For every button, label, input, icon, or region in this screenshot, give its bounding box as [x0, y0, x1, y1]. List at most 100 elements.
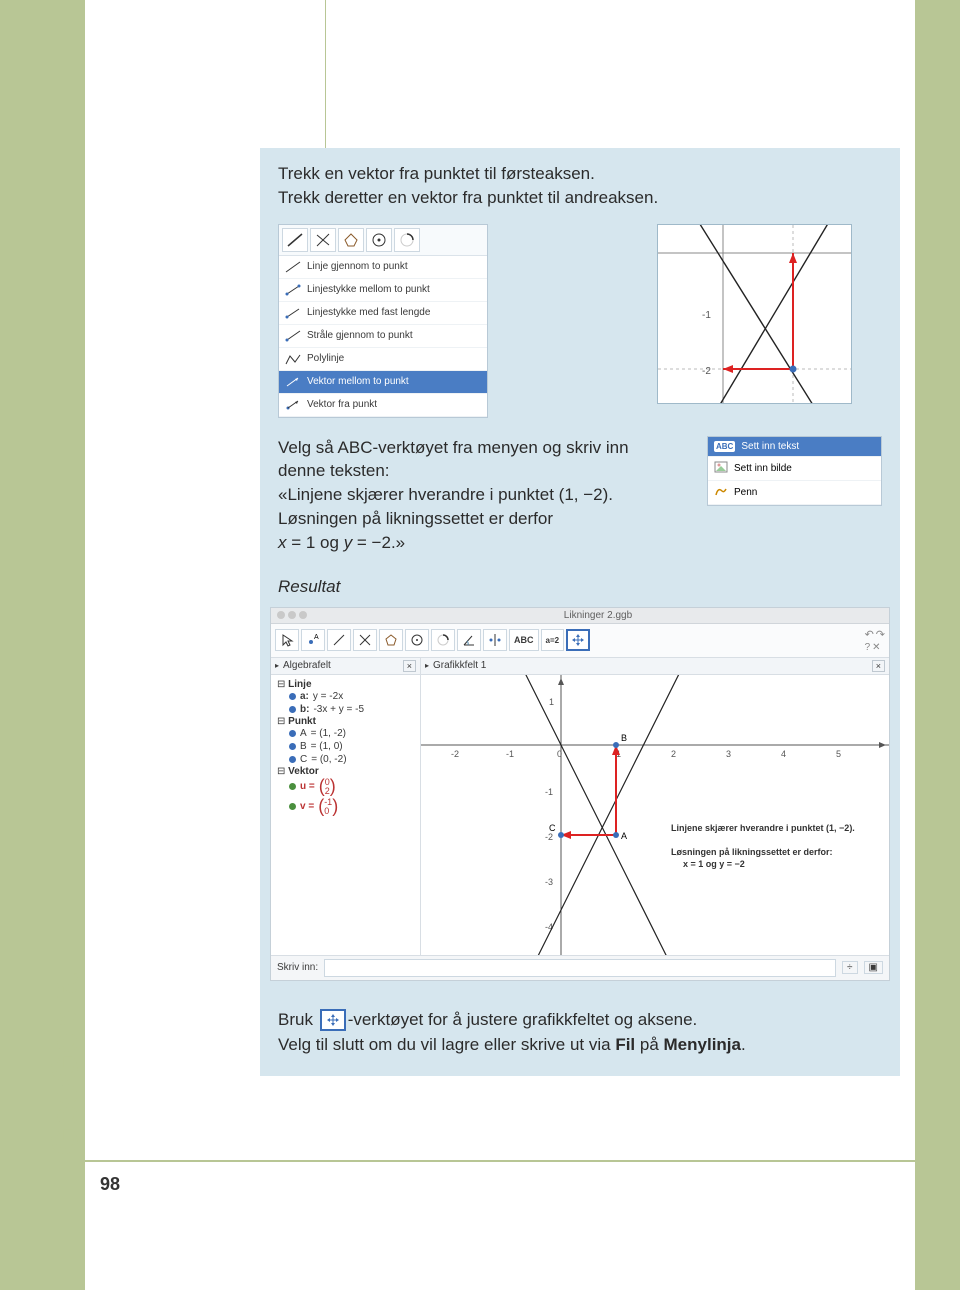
tool-line-icon[interactable]	[282, 228, 308, 252]
algebra-item[interactable]: u = (02)	[277, 777, 414, 797]
tool-angle-icon[interactable]	[457, 629, 481, 651]
dropdown-item[interactable]: Polylinje	[279, 348, 487, 371]
dropdown-item-selected[interactable]: Vektor mellom to punkt	[279, 371, 487, 394]
tool-polygon-icon[interactable]	[338, 228, 364, 252]
close-panel-icon[interactable]: ×	[403, 660, 416, 672]
algebra-item[interactable]: a: y = -2x	[277, 690, 414, 703]
mid-line: Løsningen på likningssettet er derfor	[278, 507, 687, 531]
tool-reflect-icon[interactable]	[483, 629, 507, 651]
toolbar-right-icons: ↶↷ ?✕	[865, 628, 885, 653]
grafikk-canvas[interactable]: -2-10 12345 1-1-2-3-4	[421, 675, 889, 955]
input-bar: Skriv inn: ÷ ▣	[271, 955, 889, 980]
mid-line: Velg så ABC-verktøyet fra menyen og skri…	[278, 436, 687, 460]
tool-pointer-icon[interactable]	[275, 629, 299, 651]
polyline-icon	[285, 352, 301, 366]
fixed-segment-icon	[285, 306, 301, 320]
app-body: ▸Algebrafelt× ⊟ Linje a: y = -2x b: -3x …	[271, 658, 889, 955]
tool-move-view-icon[interactable]	[566, 629, 590, 651]
tool-arc-icon[interactable]	[394, 228, 420, 252]
app-title-text: Likninger 2.ggb	[564, 610, 632, 621]
bottom-text-mid: på	[635, 1035, 663, 1054]
expand-icon: ▸	[425, 661, 429, 670]
input-history-button[interactable]: ÷	[842, 961, 858, 974]
tool-circle-icon[interactable]	[405, 629, 429, 651]
tool-perpendicular-icon[interactable]	[353, 629, 377, 651]
command-input[interactable]	[324, 959, 836, 977]
tool-point-icon[interactable]: A	[301, 629, 325, 651]
window-traffic-lights[interactable]	[277, 611, 307, 619]
dropdown-item-label: Vektor fra punkt	[307, 399, 377, 410]
algebra-item[interactable]: A = (1, -2)	[277, 727, 414, 740]
dropdown-item[interactable]: Linje gjennom to punkt	[279, 256, 487, 279]
grafikk-panel-header[interactable]: ▸ Grafikkfelt 1 ×	[421, 658, 889, 675]
graph-annotation-1: Linjene skjærer hverandre i punktet (1, …	[671, 823, 855, 833]
undo-icon[interactable]: ↶	[865, 628, 874, 641]
svg-text:1: 1	[549, 697, 554, 707]
dropdown-toolbar	[279, 225, 487, 256]
svg-text:0: 0	[557, 749, 562, 759]
pen-icon	[714, 485, 728, 500]
algebra-category: ⊟ Punkt	[277, 716, 414, 727]
input-bar-label: Skriv inn:	[277, 962, 318, 973]
tool-text-icon[interactable]: ABC	[509, 629, 539, 651]
svg-text:2: 2	[671, 749, 676, 759]
tool-line-icon[interactable]	[327, 629, 351, 651]
algebra-panel-header[interactable]: ▸Algebrafelt×	[271, 658, 420, 675]
algebra-category: ⊟ Vektor	[277, 766, 414, 777]
row-toolbar-and-graph: Linje gjennom to punkt Linjestykke mello…	[278, 224, 882, 418]
ray-icon	[285, 329, 301, 343]
svg-text:5: 5	[836, 749, 841, 759]
content-box: Trekk en vektor fra punktet til førsteak…	[260, 148, 900, 1076]
image-icon	[714, 461, 728, 476]
tool-slider-icon[interactable]: a=2	[541, 629, 565, 651]
bottom-text-pre: Bruk	[278, 1010, 318, 1029]
tool-circle-icon[interactable]	[366, 228, 392, 252]
side-tab-label: GeoGebra	[44, 973, 86, 1155]
algebra-item[interactable]: B = (1, 0)	[277, 740, 414, 753]
algebra-item[interactable]: v = (-10)	[277, 797, 414, 817]
instruction-line-2: Trekk deretter en vektor fra punktet til…	[278, 186, 882, 210]
tool-polygon-icon[interactable]	[379, 629, 403, 651]
svg-text:-2: -2	[545, 832, 553, 842]
svg-text:-2: -2	[702, 366, 711, 377]
dropdown-item-label: Vektor mellom to punkt	[307, 376, 409, 387]
bottom-fil: Fil	[615, 1035, 635, 1054]
line-tool-dropdown[interactable]: Linje gjennom to punkt Linjestykke mello…	[278, 224, 488, 418]
dropdown-item[interactable]: Linjestykke mellom to punkt	[279, 279, 487, 302]
abc-text-icon: ABC	[714, 441, 735, 452]
svg-text:4: 4	[781, 749, 786, 759]
main-graph-svg: -2-10 12345 1-1-2-3-4	[421, 675, 889, 955]
tool-perpendicular-icon[interactable]	[310, 228, 336, 252]
abc-menu-item-selected[interactable]: ABCSett inn tekst	[708, 437, 881, 457]
dropdown-item[interactable]: Vektor fra punkt	[279, 394, 487, 417]
tool-arc-icon[interactable]	[431, 629, 455, 651]
svg-text:A: A	[621, 831, 627, 841]
mid-instruction-text: Velg så ABC-verktøyet fra menyen og skri…	[278, 436, 687, 555]
abc-tool-menu[interactable]: ABCSett inn tekst Sett inn bilde Penn	[707, 436, 882, 506]
panel-title: Grafikkfelt 1	[433, 660, 486, 671]
dropdown-item[interactable]: Linjestykke med fast lengde	[279, 302, 487, 325]
graph-annotation-2: Løsningen på likningssettet er derfor:	[671, 847, 833, 857]
dropdown-item-label: Polylinje	[307, 353, 344, 364]
dropdown-item-label: Linjestykke mellom to punkt	[307, 284, 430, 295]
abc-menu-item[interactable]: Penn	[708, 481, 881, 505]
move-view-tool-icon	[320, 1009, 346, 1031]
algebra-panel: ▸Algebrafelt× ⊟ Linje a: y = -2x b: -3x …	[271, 658, 421, 955]
dropdown-item[interactable]: Stråle gjennom to punkt	[279, 325, 487, 348]
row-midtext-and-abc: Velg så ABC-verktøyet fra menyen og skri…	[278, 436, 882, 555]
close-panel-icon[interactable]: ×	[872, 660, 885, 672]
close-icon[interactable]: ✕	[872, 642, 880, 653]
margin-bottom-line	[85, 1160, 915, 1162]
input-help-button[interactable]: ▣	[864, 961, 883, 974]
app-titlebar: Likninger 2.ggb	[271, 608, 889, 624]
mid-line: «Linjene skjærer hverandre i punktet (1,…	[278, 483, 687, 507]
help-icon[interactable]: ?	[865, 642, 871, 653]
svg-text:3: 3	[726, 749, 731, 759]
redo-icon[interactable]: ↷	[876, 628, 885, 641]
algebra-item[interactable]: b: -3x + y = -5	[277, 703, 414, 716]
svg-text:C: C	[549, 823, 556, 833]
algebra-item[interactable]: C = (0, -2)	[277, 753, 414, 766]
abc-menu-item[interactable]: Sett inn bilde	[708, 457, 881, 481]
svg-text:-1: -1	[545, 787, 553, 797]
expand-icon: ▸	[275, 661, 279, 670]
